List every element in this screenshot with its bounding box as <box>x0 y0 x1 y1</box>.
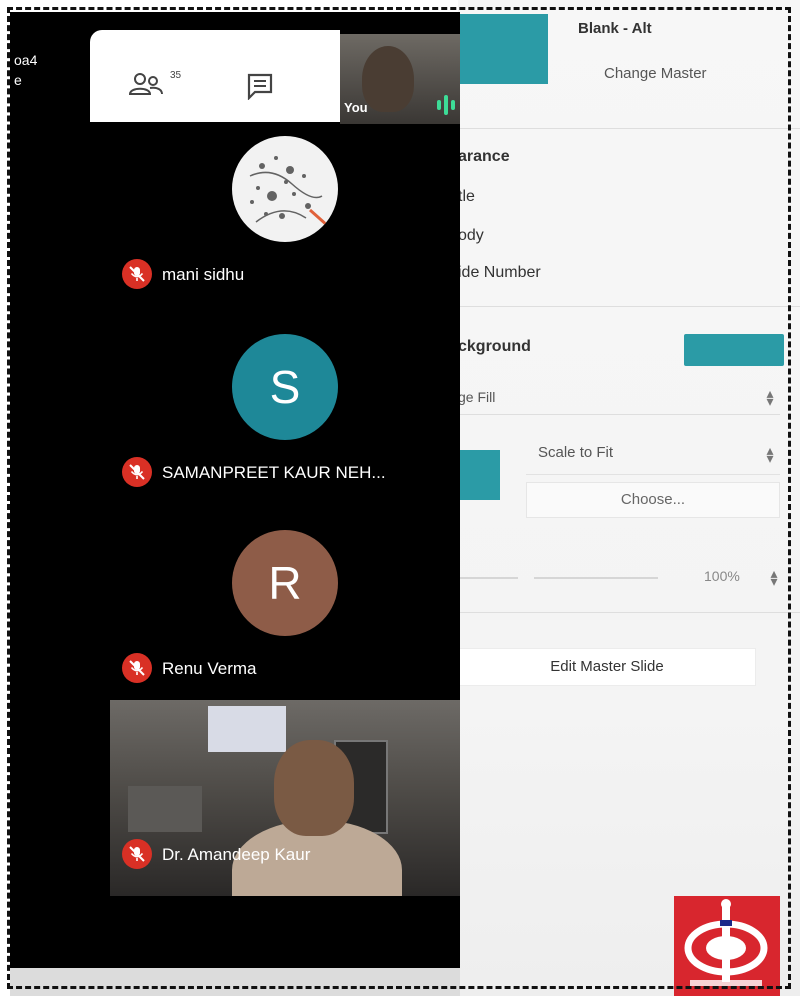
body-checkbox-label[interactable]: ody <box>458 227 484 245</box>
participant-name-row: mani sidhu <box>122 258 245 290</box>
title-checkbox-label[interactable]: tle <box>458 188 475 206</box>
meeting-title-line: e <box>14 72 22 88</box>
meeting-toolbar: 35 <box>90 30 340 122</box>
scale-select-label: Scale to Fit <box>538 444 614 461</box>
participant-name-row: SAMANPREET KAUR NEH... <box>122 456 386 488</box>
mic-off-icon <box>122 838 152 869</box>
divider <box>458 128 800 129</box>
fill-type-stepper-icon[interactable]: ▴ ▾ <box>764 386 776 408</box>
fill-type-select[interactable]: ge Fill <box>458 389 495 405</box>
meeting-title: oa4 e <box>14 50 37 90</box>
participant-name: Dr. Amandeep Kaur <box>162 845 311 864</box>
opacity-stepper-icon[interactable]: ▴ ▾ <box>768 566 780 588</box>
opacity-slider-track[interactable] <box>458 577 518 579</box>
choose-image-button[interactable]: Choose... <box>526 482 780 518</box>
background-section-title: ckground <box>458 338 531 355</box>
master-slide-name: Blank - Alt <box>578 20 652 37</box>
participant-name-row: Dr. Amandeep Kaur <box>122 838 311 871</box>
scale-select[interactable]: Scale to Fit <box>526 432 780 475</box>
mic-off-icon <box>122 258 152 289</box>
video-background-window <box>208 706 286 752</box>
meeting-participants-panel: oa4 e 35 You mani sidhu S SAMANPREET KAU… <box>10 12 460 968</box>
participant-avatar: S <box>232 334 338 440</box>
divider <box>458 306 800 307</box>
mic-off-icon <box>122 456 152 487</box>
audio-level-icon <box>436 94 456 121</box>
opacity-value-field[interactable]: 100% <box>704 568 740 584</box>
master-slide-thumbnail[interactable] <box>458 14 548 84</box>
self-view-label: You <box>344 100 368 115</box>
background-color-swatch[interactable] <box>684 334 784 366</box>
participant-name-row: Renu Verma <box>122 652 257 684</box>
opacity-slider-track[interactable] <box>534 577 658 579</box>
mic-off-icon <box>122 652 152 683</box>
participant-name: Renu Verma <box>162 659 257 678</box>
participant-avatar <box>232 136 338 242</box>
slide-number-checkbox-label[interactable]: ide Number <box>458 264 541 282</box>
slide-inspector-panel: Blank - Alt Change Master arance tle ody… <box>458 0 800 996</box>
participant-avatar: R <box>232 530 338 636</box>
people-icon[interactable] <box>128 72 164 103</box>
edit-master-slide-button[interactable]: Edit Master Slide <box>458 648 756 686</box>
video-background-shelf <box>128 786 202 832</box>
appearance-section-title: arance <box>458 148 510 165</box>
self-view-video <box>362 46 414 112</box>
participant-name: SAMANPREET KAUR NEH... <box>162 463 386 482</box>
change-master-button[interactable]: Change Master <box>604 65 707 82</box>
participant-name: mani sidhu <box>162 265 245 284</box>
chat-icon[interactable] <box>246 72 274 105</box>
participant-video-face <box>274 740 354 836</box>
meeting-bottom-strip <box>10 968 460 996</box>
participant-count: 35 <box>170 70 182 81</box>
meeting-title-line: oa4 <box>14 52 38 68</box>
participant-video-tile[interactable]: Dr. Amandeep Kaur <box>110 700 460 896</box>
divider <box>458 612 800 613</box>
scale-stepper-icon[interactable]: ▴ ▾ <box>764 443 776 465</box>
image-fill-preview[interactable] <box>458 450 500 500</box>
divider <box>458 414 780 415</box>
self-view-tile[interactable]: You <box>340 34 460 124</box>
institution-logo <box>674 896 780 996</box>
